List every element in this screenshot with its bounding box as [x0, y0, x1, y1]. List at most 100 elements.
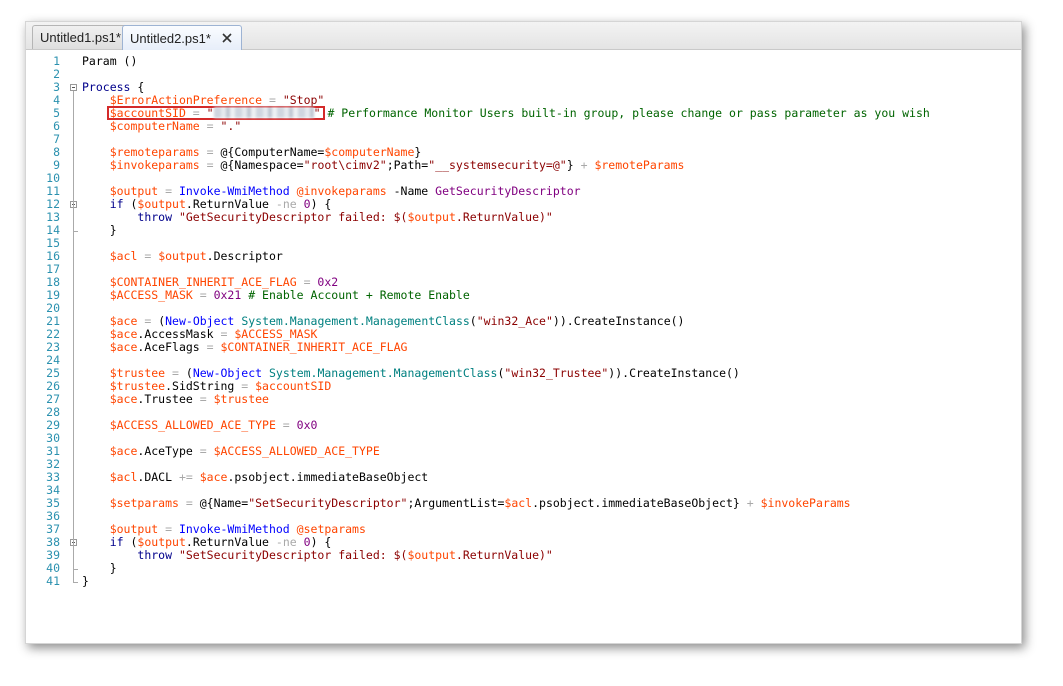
code-token: # Enable Account + Remote Enable	[241, 288, 470, 302]
code-line[interactable]: 33 $acl.DACL += $ace.psobject.immediateB…	[26, 471, 1021, 484]
code-token: +	[739, 496, 761, 510]
code-token: (	[185, 366, 193, 380]
code-token: $output	[109, 522, 159, 536]
code-token: New-Object	[165, 314, 235, 328]
code-line[interactable]: 13 throw "GetSecurityDescriptor failed: …	[26, 211, 1021, 224]
fold-guide-end	[73, 582, 78, 583]
code-line[interactable]: 23 $ace.AceFlags = $CONTAINER_INHERIT_AC…	[26, 341, 1021, 354]
code-token: System.Management.ManagementClass	[241, 314, 470, 328]
code-line[interactable]: 9 $invokeparams = @{Namespace="root\cimv…	[26, 159, 1021, 172]
code-token: +=	[172, 470, 200, 484]
code-token: 0	[303, 535, 311, 549]
code-text: $ace.AceFlags = $CONTAINER_INHERIT_ACE_F…	[82, 340, 408, 354]
code-token: $ace	[109, 444, 138, 458]
fold-toggle-icon[interactable]	[70, 84, 77, 91]
code-token: Invoke-WmiMethod	[178, 184, 290, 198]
code-line[interactable]: 29 $ACCESS_ALLOWED_ACE_TYPE = 0x0	[26, 419, 1021, 432]
code-token: =	[158, 522, 179, 536]
code-token: =	[296, 275, 318, 289]
code-token: $ACCESS_MASK	[109, 288, 193, 302]
code-token: throw	[137, 210, 173, 224]
code-token: .DACL	[137, 470, 173, 484]
code-text: throw "SetSecurityDescriptor failed: $($…	[82, 549, 552, 562]
code-token: @{ComputerName=	[220, 145, 325, 159]
code-token: # Performance Monitor Users built-in gro…	[320, 106, 930, 120]
code-token: "GetSecurityDescriptor failed: $(	[178, 210, 408, 224]
code-token: .psobject.immediateBaseObject}	[532, 496, 740, 510]
code-text: $ACCESS_MASK = 0x21 # Enable Account + R…	[82, 289, 470, 302]
code-token: =	[158, 184, 179, 198]
code-token: $invokeparams	[109, 158, 200, 172]
code-token: }	[82, 561, 117, 575]
script-editor-window: Untitled1.ps1* Untitled2.ps1* 1 Param () 2…	[25, 21, 1022, 644]
code-token: (	[123, 535, 138, 549]
code-token: "win32_Trustee"	[504, 366, 609, 380]
code-text: $acl = $output.Descriptor	[82, 250, 283, 263]
code-line[interactable]: 19 $ACCESS_MASK = 0x21 # Enable Account …	[26, 289, 1021, 302]
code-line[interactable]: 16 $acl = $output.Descriptor	[26, 250, 1021, 263]
code-token: .Trustee	[137, 392, 193, 406]
code-token: Process	[82, 80, 131, 94]
code-token: $invokeParams	[760, 496, 851, 510]
code-token: $output	[158, 249, 207, 263]
code-token: $setparams	[109, 496, 179, 510]
code-token: =	[213, 327, 235, 341]
fold-guide	[73, 91, 74, 582]
code-token: "SetSecurityDescriptor"	[248, 496, 408, 510]
tab-untitled1[interactable]: Untitled1.ps1*	[32, 25, 129, 49]
code-token: .AccessMask	[137, 327, 214, 341]
code-token: ) {	[310, 197, 332, 211]
tab-strip: Untitled1.ps1* Untitled2.ps1*	[26, 22, 1021, 50]
code-token: New-Object	[192, 366, 263, 380]
code-token: GetSecurityDescriptor	[435, 184, 581, 198]
code-line[interactable]: 6 $computerName = "."	[26, 120, 1021, 133]
code-token: $acl	[109, 249, 138, 263]
code-line[interactable]: 27 $ace.Trustee = $trustee	[26, 393, 1021, 406]
code-editor[interactable]: 1 Param () 2 3 Process {4 $ErrorActionPrefer…	[26, 50, 1021, 643]
tab-untitled2[interactable]: Untitled2.ps1*	[122, 25, 242, 50]
code-token: -ne	[275, 535, 297, 549]
code-token: CreateInstance()	[573, 314, 685, 328]
code-text: $invokeparams = @{Namespace="root\cimv2"…	[82, 158, 685, 172]
code-token: )).	[552, 314, 574, 328]
close-icon[interactable]	[220, 31, 234, 45]
code-line[interactable]: 14 }	[26, 224, 1021, 237]
code-token: 0	[303, 197, 311, 211]
code-line[interactable]: 40 }	[26, 562, 1021, 575]
code-token: @invokeparams	[296, 184, 387, 198]
code-line[interactable]: 31 $ace.AceType = $ACCESS_ALLOWED_ACE_TY…	[26, 445, 1021, 458]
code-token: Param ()	[82, 54, 138, 68]
code-line[interactable]: 41}	[26, 575, 1021, 588]
code-token: {	[130, 80, 145, 94]
code-token: $ErrorActionPreference	[109, 93, 263, 107]
code-line[interactable]: 1 Param ()	[26, 55, 1021, 68]
code-token: $CONTAINER_INHERIT_ACE_FLAG	[109, 275, 297, 289]
line-number: 41	[46, 574, 60, 588]
code-text: }	[82, 575, 89, 588]
fold-guide	[73, 546, 74, 569]
code-token: .AceType	[137, 444, 193, 458]
code-token: =	[192, 288, 214, 302]
code-token: $CONTAINER_INHERIT_ACE_FLAG	[220, 340, 408, 354]
code-text: $setparams = @{Name="SetSecurityDescript…	[82, 497, 851, 510]
code-token: (	[123, 197, 138, 211]
code-token: "."	[220, 119, 242, 133]
code-text: Param ()	[82, 55, 137, 68]
code-line[interactable]: 35 $setparams = @{Name="SetSecurityDescr…	[26, 497, 1021, 510]
code-token: =	[275, 418, 297, 432]
code-token: =	[199, 340, 221, 354]
code-line[interactable]: 39 throw "SetSecurityDescriptor failed: …	[26, 549, 1021, 562]
code-token: -Name	[386, 184, 436, 198]
code-line[interactable]: 2	[26, 68, 1021, 81]
